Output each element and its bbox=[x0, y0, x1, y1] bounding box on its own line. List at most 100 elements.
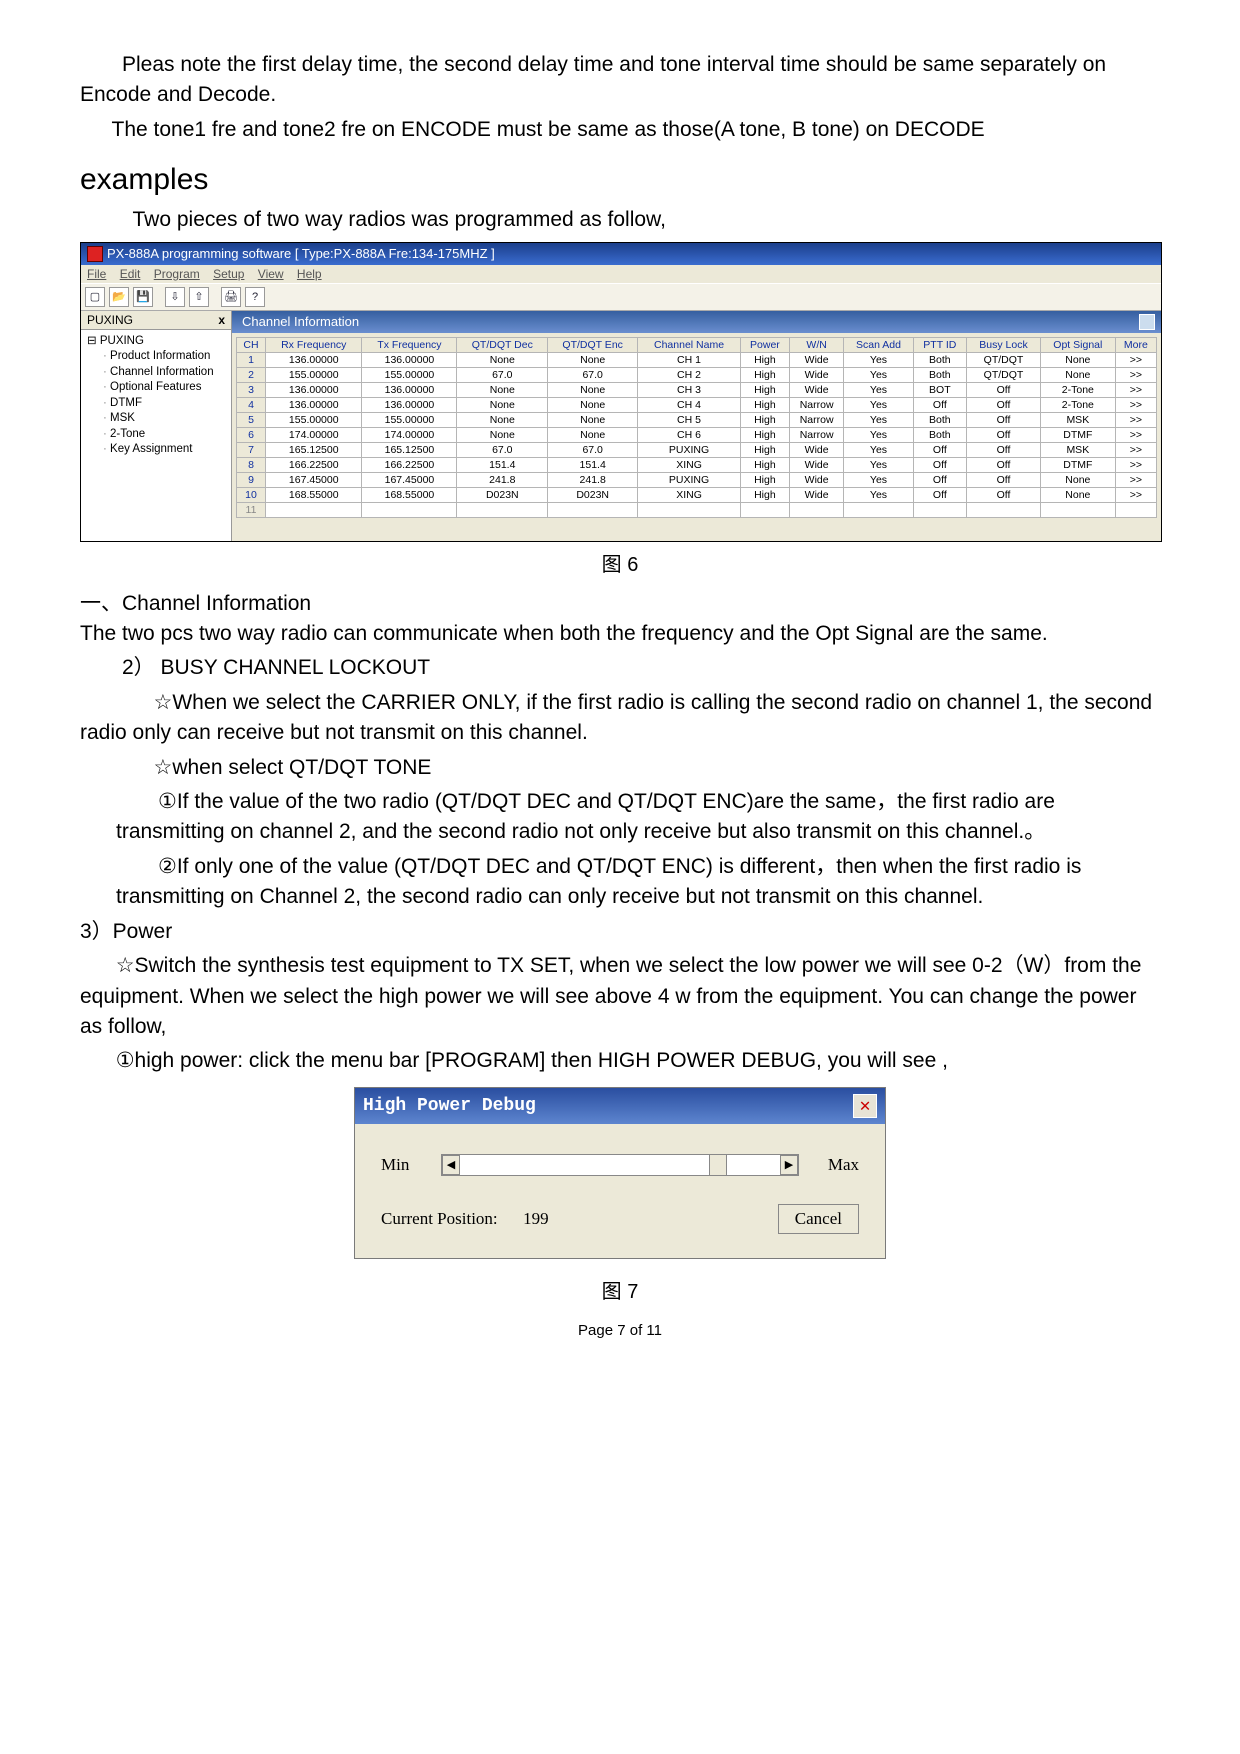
table-row[interactable]: 6174.00000174.00000NoneNoneCH 6HighNarro… bbox=[237, 427, 1157, 442]
cell[interactable]: >> bbox=[1115, 412, 1156, 427]
cell[interactable]: High bbox=[740, 412, 789, 427]
tree-item-optional-features[interactable]: Optional Features bbox=[103, 380, 227, 396]
cell[interactable]: High bbox=[740, 457, 789, 472]
cell[interactable]: Yes bbox=[844, 487, 913, 502]
cell[interactable]: None bbox=[548, 427, 638, 442]
menu-file[interactable]: File bbox=[87, 267, 106, 281]
cell[interactable]: 168.55000 bbox=[362, 487, 457, 502]
cell[interactable]: Both bbox=[913, 412, 966, 427]
cell[interactable]: High bbox=[740, 397, 789, 412]
menu-bar[interactable]: File Edit Program Setup View Help bbox=[81, 265, 1161, 283]
cell[interactable]: XING bbox=[638, 457, 741, 472]
table-row[interactable]: 4136.00000136.00000NoneNoneCH 4HighNarro… bbox=[237, 397, 1157, 412]
close-icon[interactable]: x bbox=[218, 313, 225, 327]
cell[interactable]: Wide bbox=[789, 457, 843, 472]
cell[interactable]: CH 5 bbox=[638, 412, 741, 427]
cell[interactable] bbox=[1115, 502, 1156, 517]
cell[interactable]: Off bbox=[967, 487, 1041, 502]
cell[interactable]: 167.45000 bbox=[266, 472, 362, 487]
menu-view[interactable]: View bbox=[258, 267, 284, 281]
tree-item-channel-information[interactable]: Channel Information bbox=[103, 365, 227, 381]
cell[interactable]: Off bbox=[913, 457, 966, 472]
cell[interactable]: Yes bbox=[844, 382, 913, 397]
cell[interactable]: 155.00000 bbox=[362, 412, 457, 427]
cell[interactable]: 165.12500 bbox=[362, 442, 457, 457]
cell[interactable]: Off bbox=[967, 427, 1041, 442]
cell[interactable]: BOT bbox=[913, 382, 966, 397]
cell[interactable]: High bbox=[740, 427, 789, 442]
channel-table[interactable]: CH Rx Frequency Tx Frequency QT/DQT Dec … bbox=[236, 337, 1157, 518]
cell[interactable]: >> bbox=[1115, 382, 1156, 397]
cell[interactable]: Wide bbox=[789, 487, 843, 502]
cell[interactable]: 165.12500 bbox=[266, 442, 362, 457]
cell[interactable]: PUXING bbox=[638, 472, 741, 487]
cell[interactable] bbox=[457, 502, 548, 517]
cell[interactable]: 166.22500 bbox=[266, 457, 362, 472]
cell[interactable]: Off bbox=[913, 442, 966, 457]
cell[interactable]: MSK bbox=[1040, 412, 1115, 427]
cell[interactable]: Wide bbox=[789, 442, 843, 457]
table-row[interactable]: 2155.00000155.0000067.067.0CH 2HighWideY… bbox=[237, 367, 1157, 382]
cell[interactable]: Off bbox=[967, 472, 1041, 487]
cell[interactable]: Off bbox=[967, 457, 1041, 472]
cell[interactable]: CH 6 bbox=[638, 427, 741, 442]
cell[interactable]: None bbox=[457, 412, 548, 427]
cell[interactable]: 241.8 bbox=[548, 472, 638, 487]
cell[interactable]: Both bbox=[913, 352, 966, 367]
cell[interactable]: CH 4 bbox=[638, 397, 741, 412]
cell[interactable] bbox=[844, 502, 913, 517]
cell[interactable]: Yes bbox=[844, 397, 913, 412]
cell[interactable]: 2-Tone bbox=[1040, 382, 1115, 397]
cell[interactable]: 174.00000 bbox=[266, 427, 362, 442]
cell[interactable]: 136.00000 bbox=[266, 352, 362, 367]
tree-item-dtmf[interactable]: DTMF bbox=[103, 396, 227, 412]
cell[interactable]: Both bbox=[913, 427, 966, 442]
table-row[interactable]: 5155.00000155.00000NoneNoneCH 5HighNarro… bbox=[237, 412, 1157, 427]
cell[interactable] bbox=[362, 502, 457, 517]
cell[interactable]: Yes bbox=[844, 367, 913, 382]
cell[interactable]: Yes bbox=[844, 442, 913, 457]
table-row[interactable]: 11 bbox=[237, 502, 1157, 517]
cell[interactable]: None bbox=[1040, 472, 1115, 487]
cell[interactable]: None bbox=[548, 412, 638, 427]
cell[interactable]: High bbox=[740, 442, 789, 457]
cell[interactable]: Off bbox=[967, 412, 1041, 427]
cell[interactable]: 174.00000 bbox=[362, 427, 457, 442]
cell[interactable]: High bbox=[740, 352, 789, 367]
cell[interactable]: CH 3 bbox=[638, 382, 741, 397]
cell[interactable]: CH 1 bbox=[638, 352, 741, 367]
slider-thumb[interactable] bbox=[709, 1154, 727, 1176]
nav-tree[interactable]: PUXING Product Information Channel Infor… bbox=[81, 330, 231, 462]
download-icon[interactable]: ⇩ bbox=[165, 287, 185, 307]
cell[interactable]: 167.45000 bbox=[362, 472, 457, 487]
cell[interactable]: 67.0 bbox=[457, 367, 548, 382]
cell[interactable]: Both bbox=[913, 367, 966, 382]
cell[interactable]: High bbox=[740, 367, 789, 382]
cell[interactable]: 2-Tone bbox=[1040, 397, 1115, 412]
cell[interactable]: CH 2 bbox=[638, 367, 741, 382]
cell[interactable]: QT/DQT bbox=[967, 367, 1041, 382]
cell[interactable]: D023N bbox=[548, 487, 638, 502]
power-slider[interactable]: ◀ ▶ bbox=[441, 1154, 799, 1176]
table-row[interactable]: 3136.00000136.00000NoneNoneCH 3HighWideY… bbox=[237, 382, 1157, 397]
cell[interactable] bbox=[789, 502, 843, 517]
slider-left-arrow-icon[interactable]: ◀ bbox=[442, 1155, 460, 1175]
cell[interactable]: Off bbox=[913, 487, 966, 502]
cell[interactable]: None bbox=[457, 397, 548, 412]
cell[interactable]: 155.00000 bbox=[266, 412, 362, 427]
menu-program[interactable]: Program bbox=[154, 267, 200, 281]
cell[interactable]: 67.0 bbox=[548, 367, 638, 382]
cell[interactable]: >> bbox=[1115, 427, 1156, 442]
cell[interactable]: None bbox=[457, 352, 548, 367]
cell[interactable] bbox=[266, 502, 362, 517]
cell[interactable]: Off bbox=[913, 472, 966, 487]
cell[interactable]: >> bbox=[1115, 352, 1156, 367]
cell[interactable]: None bbox=[548, 382, 638, 397]
cell[interactable]: >> bbox=[1115, 367, 1156, 382]
cell[interactable] bbox=[913, 502, 966, 517]
cell[interactable] bbox=[967, 502, 1041, 517]
cell[interactable]: Off bbox=[967, 442, 1041, 457]
cell[interactable]: High bbox=[740, 487, 789, 502]
restore-icon[interactable] bbox=[1139, 314, 1155, 330]
upload-icon[interactable]: ⇧ bbox=[189, 287, 209, 307]
